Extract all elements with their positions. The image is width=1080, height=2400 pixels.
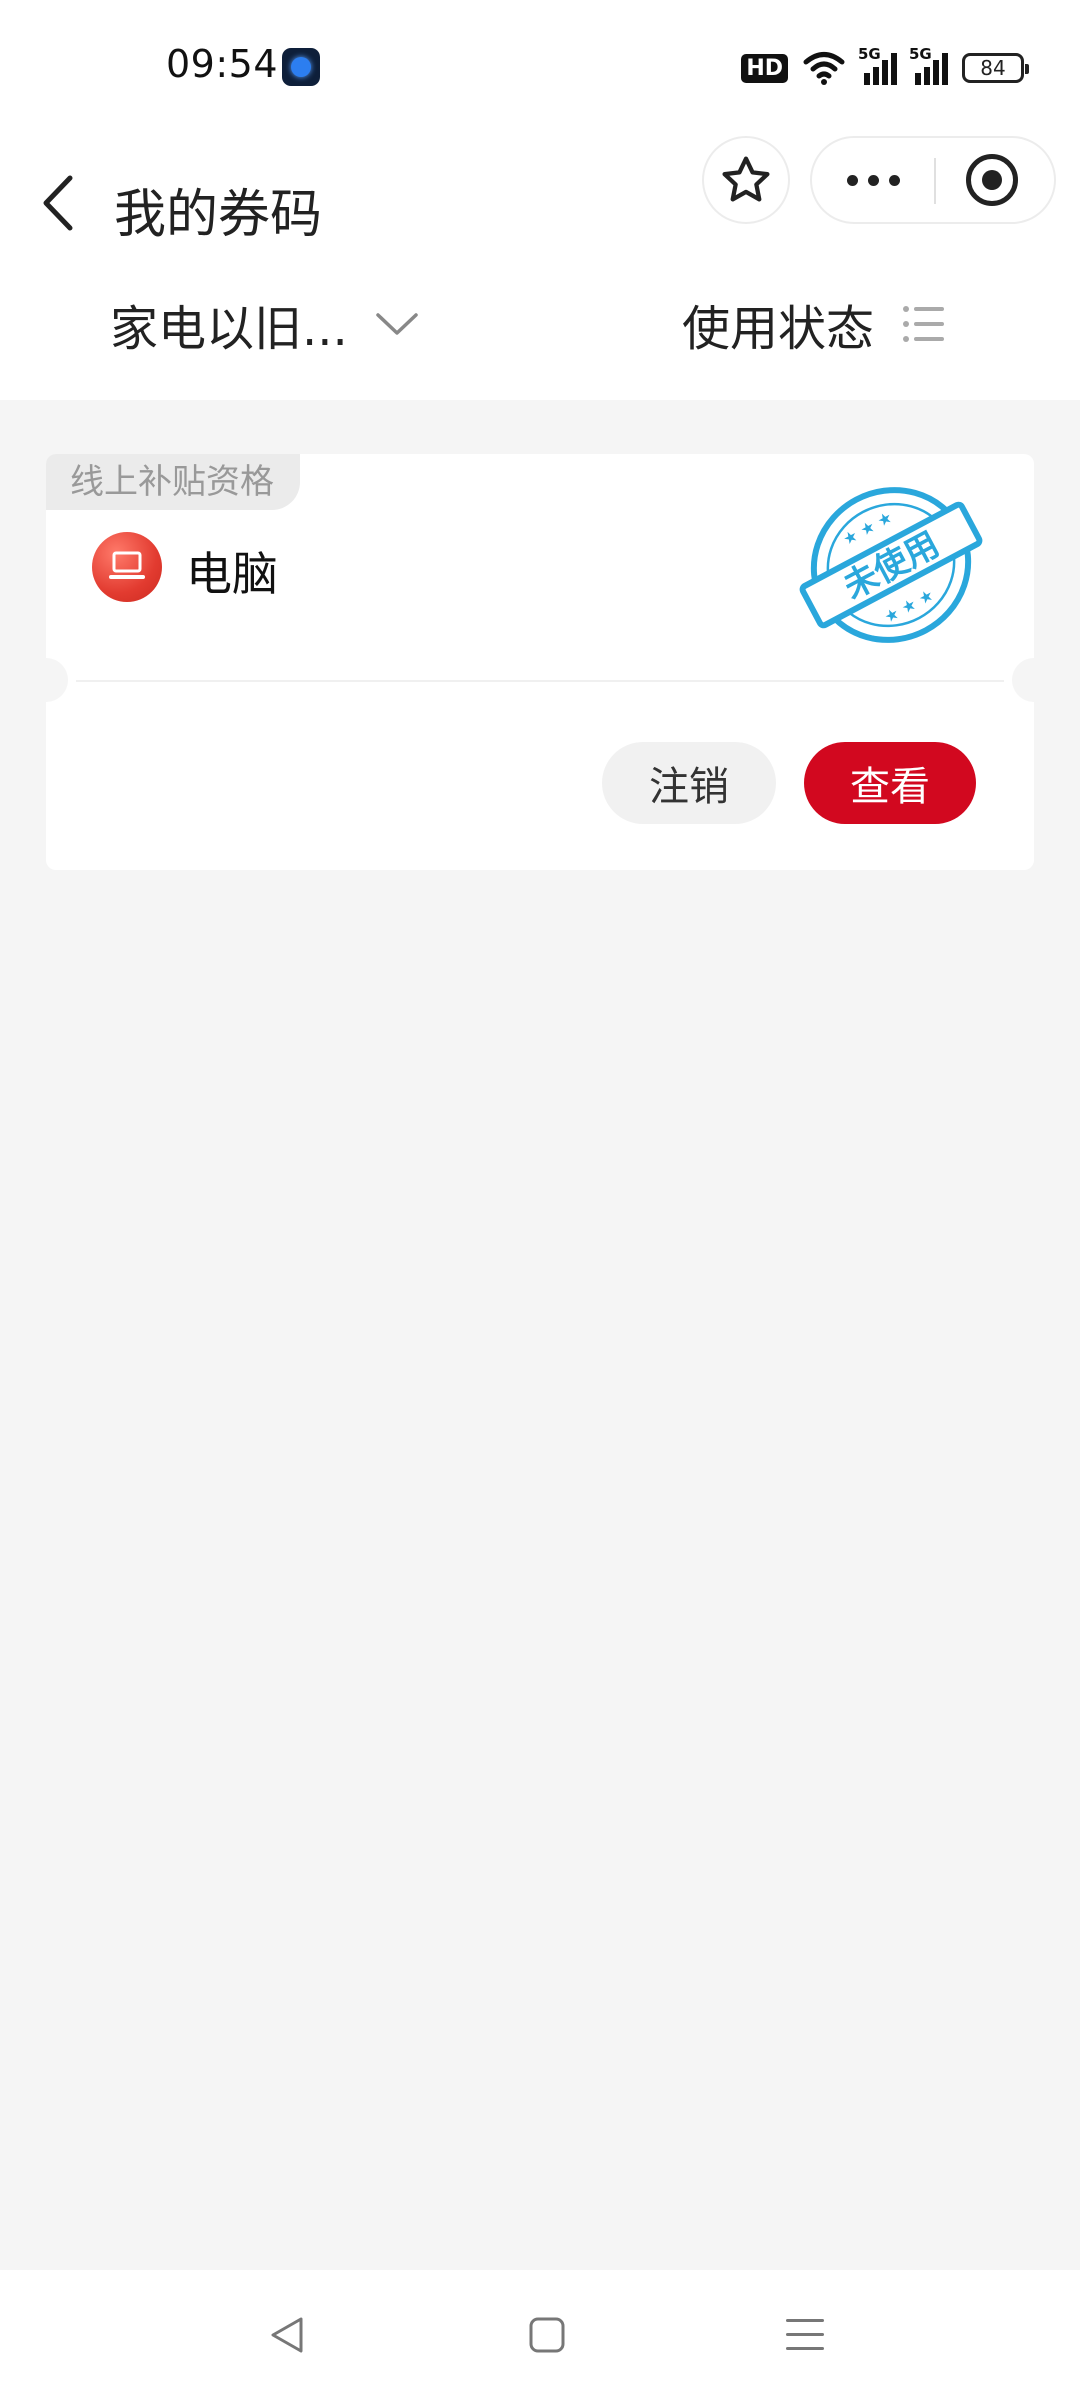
page-title: 我的券码: [114, 185, 323, 245]
status-filter[interactable]: 使用状态: [682, 294, 1080, 357]
nav-bar: 我的券码: [0, 136, 1080, 272]
system-back-button[interactable]: [252, 2300, 322, 2370]
status-filter-label: 使用状态: [682, 301, 875, 357]
system-menu-button[interactable]: [770, 2300, 840, 2370]
category-filter[interactable]: 家电以旧...: [110, 294, 418, 357]
card-notch-left: [24, 658, 68, 702]
category-filter-label: 家电以旧...: [110, 301, 348, 357]
status-bar: 09:54 HD 5G 5G 84: [0, 0, 1080, 136]
battery-icon: 84: [962, 53, 1029, 83]
signal-5g-label: 5G: [909, 45, 932, 63]
stamp-icon: 未使用 ★ ★ ★ ★ ★ ★: [799, 487, 983, 643]
list-icon: [903, 306, 945, 342]
system-home-button[interactable]: [512, 2300, 582, 2370]
app-shield-icon: [282, 48, 320, 86]
back-button[interactable]: [30, 158, 84, 248]
wifi-icon: [803, 52, 845, 85]
status-icons: HD 5G 5G 84: [741, 45, 1029, 90]
chevron-down-icon: [376, 313, 418, 335]
mini-program-capsule: [810, 136, 1056, 224]
system-nav-bar: [0, 2270, 1080, 2400]
filter-bar: 家电以旧... 使用状态: [0, 272, 1080, 400]
view-coupon-button[interactable]: 查看: [804, 742, 976, 824]
capsule-divider: [934, 158, 936, 204]
target-icon[interactable]: [966, 154, 1018, 206]
back-icon: [43, 175, 73, 231]
signal-icon: 5G: [858, 45, 897, 85]
card-divider: [76, 680, 1004, 682]
hd-icon: HD: [741, 53, 788, 83]
back-triangle-icon: [271, 2317, 303, 2353]
coupon-type-tag: 线上补贴资格: [46, 454, 300, 510]
card-notch-right: [1012, 658, 1056, 702]
computer-icon: [92, 532, 162, 602]
status-time: 09:54: [166, 42, 279, 86]
home-square-icon: [529, 2317, 565, 2353]
more-button[interactable]: [812, 138, 934, 222]
product-name: 电脑: [186, 547, 278, 601]
cancel-coupon-button[interactable]: 注销: [602, 742, 776, 824]
signal-5g-label: 5G: [858, 45, 881, 63]
computer-glyph: [109, 551, 145, 579]
battery-level: 84: [980, 56, 1006, 80]
more-icon: [846, 174, 900, 186]
signal-icon: 5G: [909, 45, 948, 85]
favorite-button[interactable]: [702, 136, 790, 224]
star-icon: [722, 156, 770, 202]
coupon-card[interactable]: 线上补贴资格 电脑 未使用 ★ ★ ★ ★ ★ ★ 注销 查看: [24, 454, 1056, 870]
menu-lines-icon: [786, 2319, 824, 2350]
